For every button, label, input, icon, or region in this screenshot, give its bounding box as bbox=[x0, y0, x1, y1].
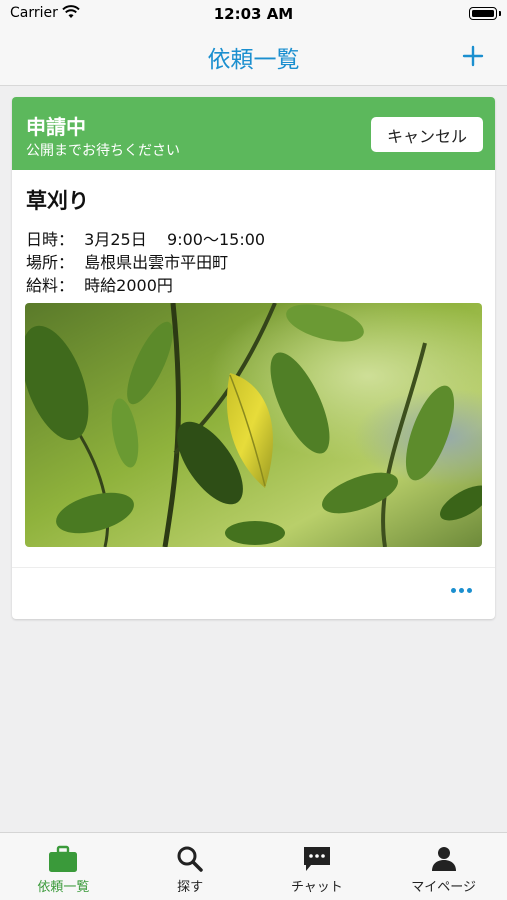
status-header: 申請中 公開までお待ちください キャンセル bbox=[12, 97, 495, 170]
status-subtitle: 公開までお待ちください bbox=[26, 143, 180, 159]
status-bar: Carrier 12:03 AM bbox=[0, 0, 507, 28]
navigation-bar: 依頼一覧 bbox=[0, 28, 507, 86]
tab-bar: 依頼一覧 探す チャット マイページ bbox=[0, 832, 507, 900]
status-title: 申請中 bbox=[26, 115, 86, 139]
battery-icon bbox=[469, 7, 501, 20]
tab-label: マイページ bbox=[411, 880, 476, 895]
job-photo bbox=[25, 303, 482, 547]
page-title: 依頼一覧 bbox=[207, 47, 300, 73]
tab-chat[interactable]: チャット bbox=[254, 833, 381, 900]
status-time: 12:03 AM bbox=[213, 5, 294, 23]
add-request-button[interactable] bbox=[455, 38, 491, 74]
job-date: 日時： 3月25日 9:00～15:00 bbox=[26, 230, 266, 249]
tab-label: チャット bbox=[290, 880, 343, 895]
leaf-photo-image bbox=[25, 303, 482, 547]
card-footer bbox=[12, 567, 495, 619]
tab-label: 依頼一覧 bbox=[37, 880, 90, 895]
tab-requests[interactable]: 依頼一覧 bbox=[0, 833, 127, 900]
job-title: 草刈り bbox=[26, 189, 89, 213]
job-location: 場所： 島根県出雲市平田町 bbox=[26, 253, 229, 272]
search-icon bbox=[177, 846, 203, 872]
ellipsis-dot bbox=[466, 587, 472, 593]
chat-icon bbox=[303, 847, 330, 871]
more-options-button[interactable] bbox=[447, 582, 475, 598]
request-card[interactable]: 申請中 公開までお待ちください キャンセル 草刈り 日時： 3月25日 9:00… bbox=[12, 97, 495, 619]
ellipsis-dot bbox=[458, 587, 464, 593]
briefcase-icon bbox=[49, 845, 78, 872]
job-wage: 給料： 時給2000円 bbox=[26, 276, 173, 295]
tab-mypage[interactable]: マイページ bbox=[380, 833, 507, 900]
plus-icon bbox=[462, 45, 484, 67]
person-icon bbox=[431, 847, 456, 871]
ellipsis-icon bbox=[450, 587, 456, 593]
tab-label: 探す bbox=[177, 880, 204, 895]
tab-search[interactable]: 探す bbox=[127, 833, 254, 900]
cancel-button[interactable]: キャンセル bbox=[371, 117, 483, 152]
